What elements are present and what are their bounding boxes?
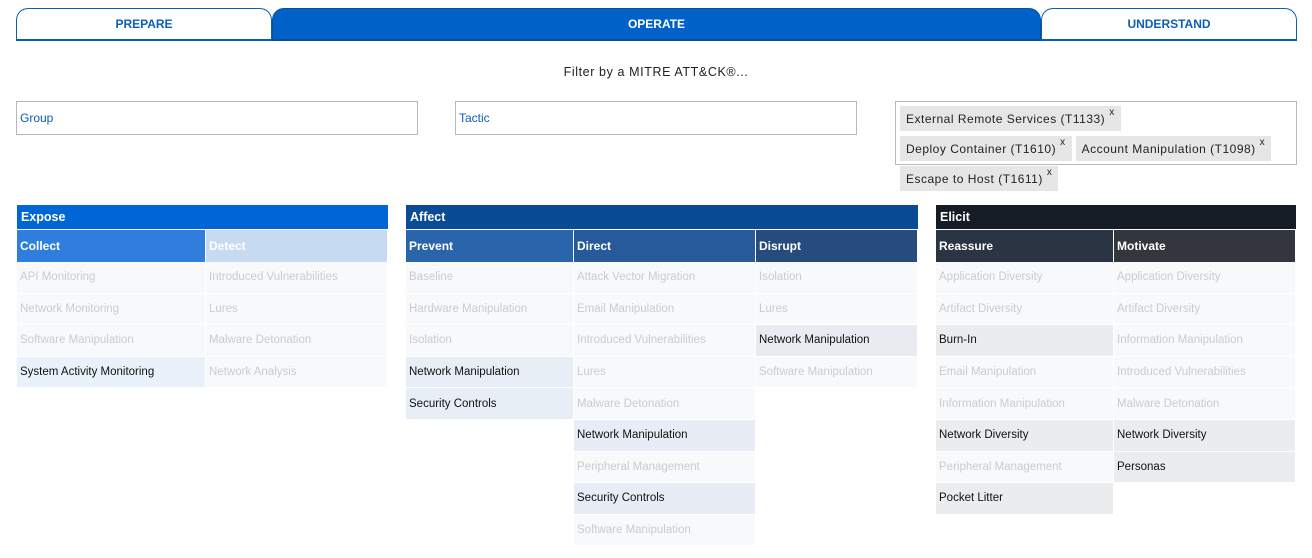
- activity-cell[interactable]: Information Manipulation: [1114, 325, 1296, 357]
- remove-chip-icon[interactable]: x: [1260, 137, 1266, 148]
- group-placeholder: Group: [20, 111, 54, 125]
- approach-column-reassure: Reassure Application Diversity Artifact …: [936, 230, 1114, 515]
- remove-chip-icon[interactable]: x: [1060, 137, 1066, 148]
- activity-cell[interactable]: Software Manipulation: [574, 514, 756, 547]
- approach-header-motivate[interactable]: Motivate: [1114, 230, 1296, 262]
- activity-cell[interactable]: Lures: [574, 356, 756, 389]
- approach-column-prevent: Prevent Baseline Hardware Manipulation I…: [406, 230, 574, 546]
- technique-chip-label: Account Manipulation (T1098): [1081, 142, 1256, 156]
- activity-cell[interactable]: Artifact Diversity: [1114, 293, 1296, 326]
- activity-cell[interactable]: Introduced Vulnerabilities: [574, 325, 756, 357]
- activity-cell[interactable]: Hardware Manipulation: [406, 293, 574, 326]
- activity-cell[interactable]: Network Monitoring: [17, 293, 206, 326]
- tab-bar: PREPARE OPERATE UNDERSTAND: [16, 8, 1297, 41]
- activity-cell[interactable]: Pocket Litter: [936, 483, 1114, 515]
- goal-header-expose[interactable]: Expose: [17, 205, 388, 230]
- approach-header-prevent[interactable]: Prevent: [406, 230, 574, 262]
- activity-cell[interactable]: Isolation: [406, 325, 574, 357]
- goal-header-affect[interactable]: Affect: [406, 205, 918, 230]
- technique-chip[interactable]: Account Manipulation (T1098) x: [1075, 136, 1272, 161]
- approach-header-direct[interactable]: Direct: [574, 230, 756, 262]
- activity-cell[interactable]: Email Manipulation: [574, 293, 756, 326]
- technique-chip[interactable]: External Remote Services (T1133) x: [900, 106, 1121, 131]
- activity-cell[interactable]: API Monitoring: [17, 262, 206, 294]
- technique-chip[interactable]: Deploy Container (T1610) x: [900, 136, 1072, 161]
- technique-chip-label: Escape to Host (T1611): [906, 172, 1043, 186]
- activity-cell[interactable]: Peripheral Management: [574, 451, 756, 484]
- activity-cell[interactable]: Network Analysis: [206, 356, 388, 389]
- activity-cell[interactable]: Artifact Diversity: [936, 293, 1114, 326]
- technique-chip-label: External Remote Services (T1133): [906, 112, 1106, 126]
- activity-cell[interactable]: Lures: [756, 293, 918, 326]
- activity-cell[interactable]: Introduced Vulnerabilities: [1114, 356, 1296, 389]
- affect-goal: Affect Prevent Baseline Hardware Manipul…: [406, 205, 918, 547]
- approach-column-direct: Direct Attack Vector Migration Email Man…: [574, 230, 756, 547]
- activity-cell[interactable]: Network Manipulation: [406, 356, 574, 389]
- activity-cell[interactable]: Lures: [206, 293, 388, 326]
- technique-chip[interactable]: Escape to Host (T1611) x: [900, 166, 1059, 191]
- group-select[interactable]: Group: [16, 101, 418, 135]
- remove-chip-icon[interactable]: x: [1047, 167, 1053, 178]
- activity-cell[interactable]: Software Manipulation: [17, 325, 206, 357]
- approach-header-collect[interactable]: Collect: [17, 230, 206, 262]
- activity-cell[interactable]: Malware Detonation: [206, 325, 388, 357]
- activity-cell[interactable]: Personas: [1114, 451, 1296, 484]
- activity-cell[interactable]: Peripheral Management: [936, 451, 1114, 484]
- approach-header-disrupt[interactable]: Disrupt: [756, 230, 918, 262]
- activity-cell[interactable]: Application Diversity: [1114, 262, 1296, 294]
- expose-goal: Expose Collect API Monitoring Network Mo…: [17, 205, 388, 389]
- approach-column-collect: Collect API Monitoring Network Monitorin…: [17, 230, 206, 389]
- activity-cell[interactable]: Information Manipulation: [936, 388, 1114, 420]
- tab-operate[interactable]: OPERATE: [272, 8, 1041, 41]
- technique-chip-label: Deploy Container (T1610): [906, 142, 1057, 156]
- goal-header-elicit[interactable]: Elicit: [936, 205, 1296, 230]
- activity-cell[interactable]: Network Manipulation: [756, 325, 918, 357]
- filter-caption: Filter by a MITRE ATT&CK®...: [563, 65, 749, 79]
- activity-cell[interactable]: Malware Detonation: [574, 388, 756, 420]
- activity-cell[interactable]: Introduced Vulnerabilities: [206, 262, 388, 294]
- tactic-select[interactable]: Tactic: [455, 101, 857, 135]
- tab-prepare[interactable]: PREPARE: [16, 8, 272, 41]
- elicit-goal: Elicit Reassure Application Diversity Ar…: [936, 205, 1296, 515]
- activity-cell[interactable]: Application Diversity: [936, 262, 1114, 294]
- activity-cell[interactable]: Email Manipulation: [936, 356, 1114, 389]
- approach-header-reassure[interactable]: Reassure: [936, 230, 1114, 262]
- activity-cell[interactable]: Network Diversity: [1114, 419, 1296, 452]
- activity-cell[interactable]: Security Controls: [406, 388, 574, 420]
- activity-cell[interactable]: System Activity Monitoring: [17, 356, 206, 389]
- technique-select[interactable]: External Remote Services (T1133) x Deplo…: [895, 101, 1297, 191]
- activity-cell[interactable]: Security Controls: [574, 483, 756, 515]
- activity-cell[interactable]: Network Manipulation: [574, 419, 756, 452]
- remove-chip-icon[interactable]: x: [1109, 107, 1115, 118]
- tab-understand[interactable]: UNDERSTAND: [1041, 8, 1297, 41]
- activity-cell[interactable]: Burn-In: [936, 325, 1114, 357]
- approach-header-detect[interactable]: Detect: [206, 230, 388, 262]
- activity-cell[interactable]: Attack Vector Migration: [574, 262, 756, 294]
- activity-cell[interactable]: Isolation: [756, 262, 918, 294]
- activity-cell[interactable]: Malware Detonation: [1114, 388, 1296, 420]
- approach-column-motivate: Motivate Application Diversity Artifact …: [1114, 230, 1296, 515]
- activity-cell[interactable]: Baseline: [406, 262, 574, 294]
- approach-column-detect: Detect Introduced Vulnerabilities Lures …: [206, 230, 388, 389]
- activity-cell[interactable]: Software Manipulation: [756, 356, 918, 389]
- activity-cell[interactable]: Network Diversity: [936, 419, 1114, 452]
- approach-column-disrupt: Disrupt Isolation Lures Network Manipula…: [756, 230, 918, 546]
- tactic-placeholder: Tactic: [459, 111, 490, 125]
